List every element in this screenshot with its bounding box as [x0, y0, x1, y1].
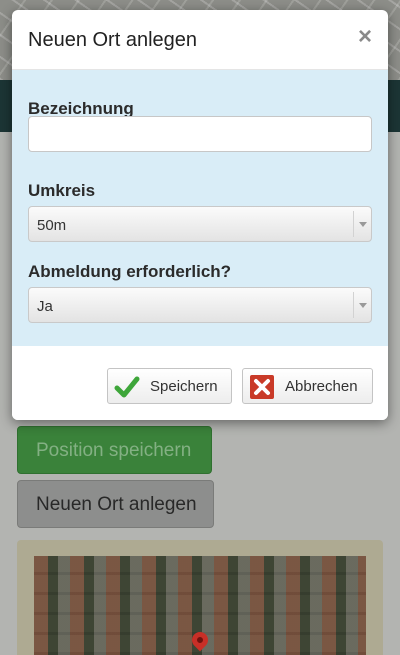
chevron-down-icon: [353, 292, 371, 318]
bezeichnung-input[interactable]: [28, 116, 372, 152]
cross-icon: [250, 375, 274, 399]
dialog-title: Neuen Ort anlegen: [28, 29, 198, 51]
dialog-footer: Speichern Abbrechen: [12, 346, 388, 420]
dialog-body: Bezeichnung Umkreis 50m Abmeldung erford…: [12, 70, 388, 346]
save-button-label: Speichern: [150, 378, 218, 395]
dialog-header: Neuen Ort anlegen ×: [12, 10, 388, 70]
cancel-button-label: Abbrechen: [285, 378, 358, 395]
abmeldung-selected-value: Ja: [37, 298, 53, 315]
new-place-dialog: Neuen Ort anlegen × Bezeichnung Umkreis …: [12, 10, 388, 420]
save-button[interactable]: Speichern: [107, 368, 232, 404]
chevron-down-icon: [353, 211, 371, 237]
umkreis-selected-value: 50m: [37, 217, 67, 234]
checkmark-icon: [114, 376, 140, 398]
umkreis-label: Umkreis: [28, 181, 96, 200]
abmeldung-select[interactable]: Ja: [28, 287, 372, 323]
cancel-button[interactable]: Abbrechen: [242, 368, 373, 404]
abmeldung-label: Abmeldung erforderlich?: [28, 262, 232, 281]
close-icon[interactable]: ×: [358, 25, 372, 49]
umkreis-select[interactable]: 50m: [28, 206, 372, 242]
